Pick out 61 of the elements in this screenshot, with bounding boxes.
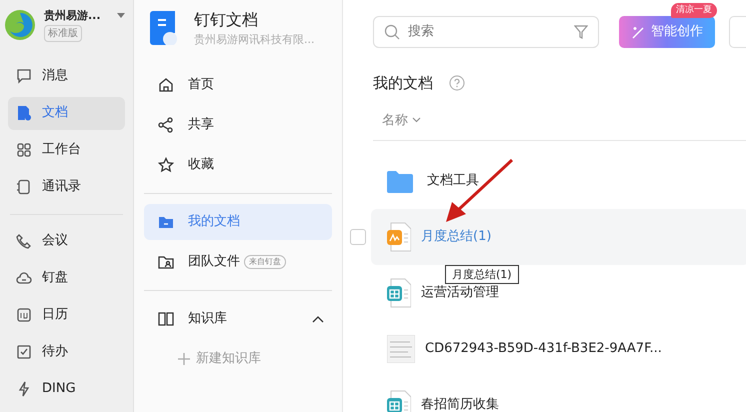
spreadsheet-file-icon [387,278,411,308]
nav-item[interactable]: DING [8,372,125,406]
filter-icon[interactable] [574,25,588,39]
chevron-down-icon[interactable] [412,117,421,124]
doc-nav-item[interactable]: 我的文档 [144,204,332,240]
file-name[interactable]: 运营活动管理 [421,283,499,303]
file-name[interactable]: 春招简历收集 [421,395,499,412]
file-name[interactable]: 月度总结(1) [421,227,492,247]
dropdown-caret-icon[interactable] [116,13,125,20]
search-field[interactable]: 搜索 [373,16,599,48]
logo-icon [4,8,36,41]
document-icon [16,105,32,121]
lightning-icon [16,381,32,397]
help-icon[interactable] [449,75,465,92]
nav-item[interactable]: 消息 [8,60,125,92]
org-name: 贵州易游... [44,8,101,24]
book-icon [158,310,174,326]
edition-badge: 标准版 [44,24,82,42]
star-icon [158,156,174,172]
whiteboard-file-icon [387,222,411,252]
cloud-icon [16,270,32,286]
team-folder-icon [158,254,174,270]
magic-wand-icon [631,25,645,39]
organization-subtitle: 贵州易游网讯科技有限... [194,32,314,48]
sort-by-name-button[interactable]: 名称 [382,110,408,130]
nav-item[interactable]: 文档 [8,96,125,130]
app-title: 钉钉文档 [194,9,259,31]
page-title: 我的文档 [373,73,433,94]
nav-item[interactable]: 待办 [8,336,125,368]
home-icon [158,76,174,92]
nav-item[interactable]: 钉盘 [8,262,125,294]
row-checkbox[interactable] [350,229,366,245]
source-tag: 来自钉盘 [244,254,286,268]
phone-icon [16,233,32,249]
promo-badge: 清凉一夏 [671,3,717,18]
doc-nav-item[interactable]: 团队文件 来自钉盘 [144,244,332,280]
nav-item[interactable]: 通讯录 [8,170,125,204]
folder-icon [387,170,413,192]
doc-nav-item[interactable]: 首页 [144,66,332,102]
document-app-icon [150,11,178,46]
file-name[interactable]: CD672943-B59D-431f-B3E2-9AA7F... [425,339,662,359]
doc-nav-item[interactable]: 共享 [144,106,332,142]
share-icon [158,116,174,132]
spreadsheet-file-icon [387,390,411,412]
contact-book-icon [16,179,32,195]
tooltip: 月度总结(1) [445,265,519,284]
doc-nav-item[interactable]: 收藏 [144,146,332,182]
search-input[interactable]: 搜索 [406,21,568,43]
image-thumbnail-icon [387,335,415,363]
search-icon [384,24,400,40]
chevron-up-icon[interactable] [312,314,324,322]
nav-item[interactable]: 会议 [8,224,125,258]
grid-icon [16,142,32,158]
chat-bubble-icon [16,68,32,84]
file-name[interactable]: 文档工具 [427,171,479,191]
calendar-icon [16,307,32,323]
knowledge-base-section[interactable]: 知识库 [144,300,332,336]
checkbox-icon [16,344,32,360]
plus-icon [178,352,190,364]
nav-item[interactable]: 日历 [8,298,125,332]
nav-item[interactable]: 工作台 [8,134,125,166]
